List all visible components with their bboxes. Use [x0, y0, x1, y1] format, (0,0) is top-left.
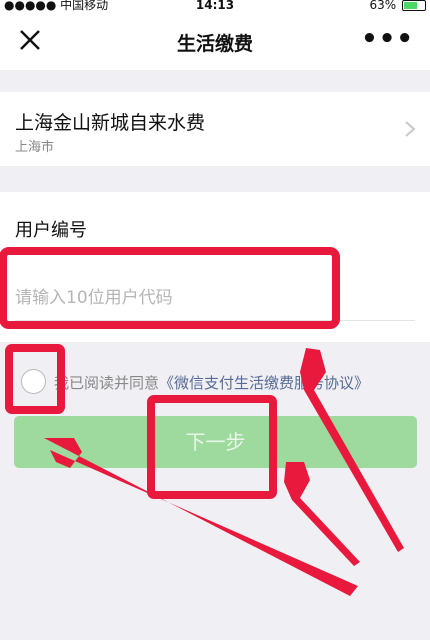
battery-fill	[404, 2, 417, 9]
input-underline	[15, 320, 415, 321]
chevron-right-icon	[405, 121, 416, 137]
biller-card[interactable]: 上海金山新城自来水费 上海市	[0, 92, 430, 166]
battery-icon	[402, 0, 426, 11]
agree-checkbox[interactable]	[21, 369, 46, 394]
user-id-input[interactable]	[15, 278, 415, 318]
arrow-pointer-3	[284, 462, 360, 566]
user-id-label: 用户编号	[15, 220, 87, 241]
next-button[interactable]: 下一步	[14, 416, 417, 468]
biller-city: 上海市	[15, 140, 55, 155]
status-bar: ●●●●● 中国移动 14:13 63%	[0, 0, 430, 14]
user-id-form: 用户编号	[0, 192, 430, 342]
status-right: 63%	[369, 0, 426, 12]
battery-percent: 63%	[369, 0, 397, 12]
status-time: 14:13	[195, 0, 235, 12]
biller-name: 上海金山新城自来水费	[15, 112, 206, 134]
agreement-link[interactable]: 《微信支付生活缴费服务协议》	[159, 374, 369, 392]
more-menu-icon[interactable]: •••	[361, 24, 414, 54]
agreement-text: 我已阅读并同意《微信支付生活缴费服务协议》	[54, 372, 369, 393]
agreement-prefix: 我已阅读并同意	[54, 374, 160, 392]
agreement-row: 我已阅读并同意《微信支付生活缴费服务协议》	[0, 362, 430, 402]
nav-bar: 生活缴费 •••	[0, 14, 430, 70]
